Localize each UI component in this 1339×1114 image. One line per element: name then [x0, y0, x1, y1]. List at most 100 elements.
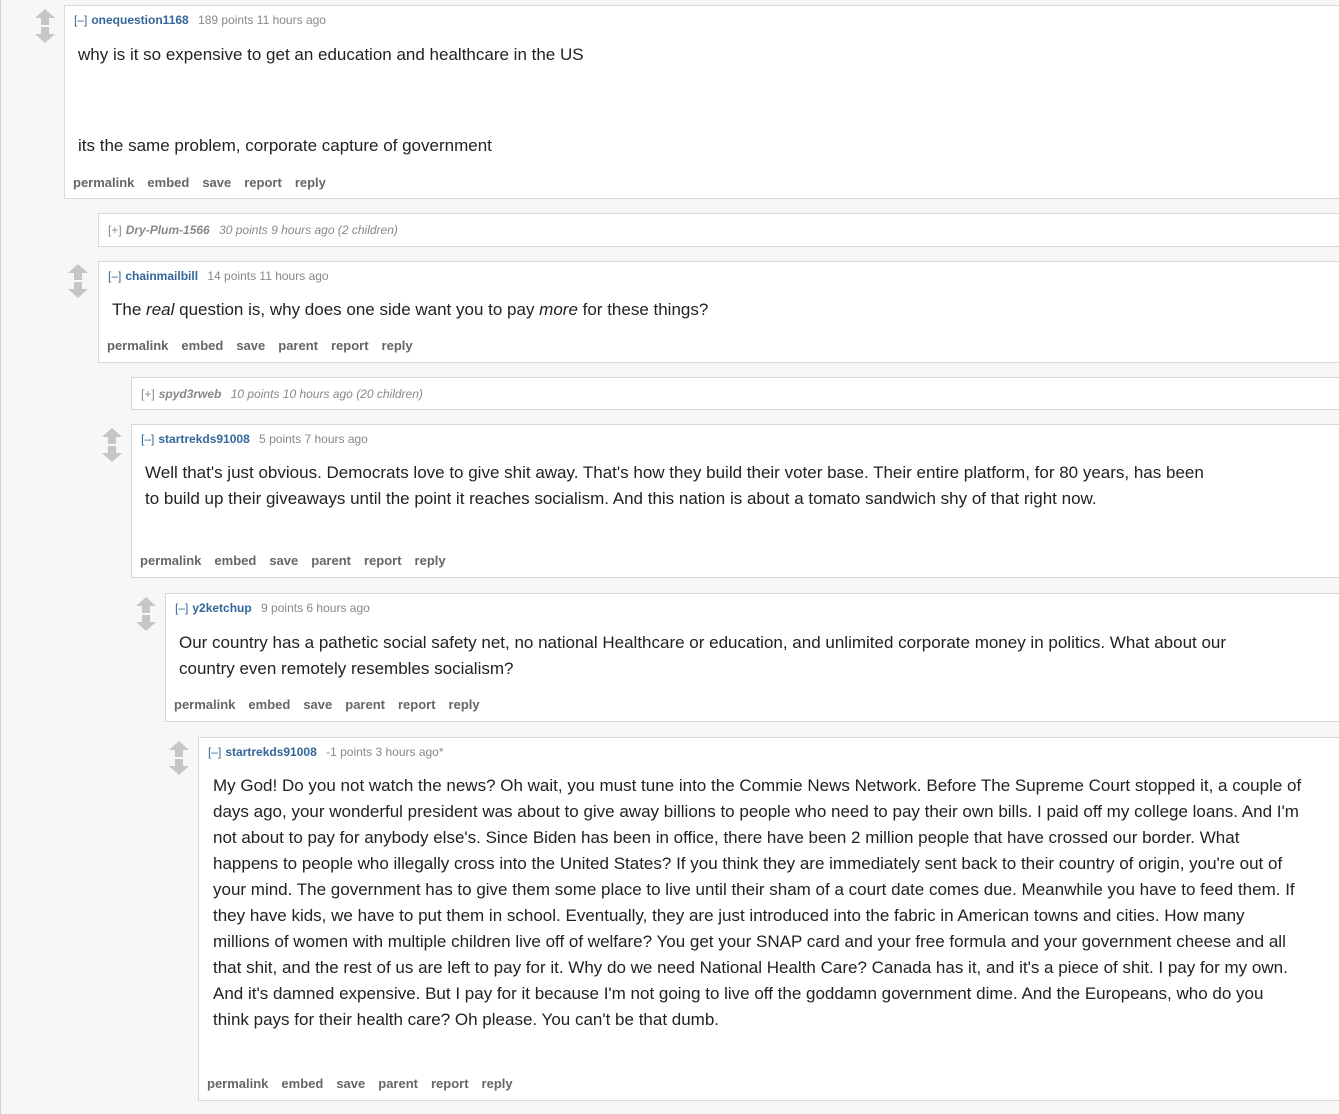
save-button[interactable]: save: [336, 1076, 365, 1091]
vote-arrows: [34, 8, 56, 44]
upvote-arrow-icon[interactable]: [101, 427, 123, 445]
upvote-arrow-icon[interactable]: [34, 8, 56, 26]
comment-actions: permalink embed save parent report reply: [207, 1076, 526, 1091]
comment-author[interactable]: chainmailbill: [125, 269, 198, 283]
comment-tagline: [–] onequestion1168 189 points 11 hours a…: [74, 13, 326, 27]
collapse-toggle[interactable]: [–]: [175, 601, 188, 615]
collapsed-comment: [+] Dry-Plum-1566 30 points 9 hours ago (…: [98, 213, 1339, 247]
permalink-button[interactable]: permalink: [73, 175, 134, 190]
comment-author[interactable]: startrekds91008: [225, 745, 316, 759]
expand-toggle[interactable]: [+]: [108, 223, 122, 237]
comment-body: Well that's just obvious. Democrats love…: [145, 460, 1217, 512]
report-button[interactable]: report: [398, 697, 436, 712]
comment-paragraph: The real question is, why does one side …: [112, 300, 709, 319]
emphasis-real: real: [146, 300, 175, 319]
upvote-arrow-icon[interactable]: [168, 740, 190, 758]
comment-author[interactable]: Dry-Plum-1566: [126, 223, 210, 237]
comment-score: 189 points: [198, 13, 254, 27]
embed-button[interactable]: embed: [181, 338, 223, 353]
embed-button[interactable]: embed: [147, 175, 189, 190]
vote-arrows: [135, 596, 157, 632]
comment-author[interactable]: y2ketchup: [192, 601, 251, 615]
expand-toggle[interactable]: [+]: [141, 387, 155, 401]
permalink-button[interactable]: permalink: [174, 697, 235, 712]
comment: [–] startrekds91008 5 points 7 hours ago …: [131, 424, 1339, 578]
comment-score: -1 points: [326, 745, 373, 759]
comment-time: 11 hours ago: [259, 269, 329, 283]
reply-button[interactable]: reply: [482, 1076, 513, 1091]
children-count: (2 children): [337, 223, 398, 237]
comment-time: 3 hours ago*: [375, 745, 444, 759]
downvote-arrow-icon[interactable]: [101, 445, 123, 463]
reply-button[interactable]: reply: [449, 697, 480, 712]
reply-button[interactable]: reply: [415, 553, 446, 568]
comment-body: My God! Do you not watch the news? Oh wa…: [213, 773, 1303, 1033]
report-button[interactable]: report: [331, 338, 369, 353]
collapsed-comment: [+] spyd3rweb 10 points 10 hours ago (20 …: [131, 377, 1339, 410]
children-count: (20 children): [356, 387, 423, 401]
collapse-toggle[interactable]: [–]: [74, 13, 87, 27]
parent-button[interactable]: parent: [345, 697, 385, 712]
embed-button[interactable]: embed: [214, 553, 256, 568]
comment-author[interactable]: spyd3rweb: [159, 387, 222, 401]
report-button[interactable]: report: [364, 553, 402, 568]
save-button[interactable]: save: [269, 553, 298, 568]
comment-body: why is it so expensive to get an educati…: [78, 42, 1298, 159]
comment-actions: permalink embed save parent report reply: [107, 338, 426, 353]
embed-button[interactable]: embed: [281, 1076, 323, 1091]
comment-body: Our country has a pathetic social safety…: [179, 630, 1239, 682]
comment-paragraph: its the same problem, corporate capture …: [78, 136, 492, 155]
permalink-button[interactable]: permalink: [140, 553, 201, 568]
comment-actions: permalink embed save parent report reply: [140, 553, 459, 568]
comment-paragraph: Our country has a pathetic social safety…: [179, 633, 1227, 678]
permalink-button[interactable]: permalink: [107, 338, 168, 353]
reply-button[interactable]: reply: [295, 175, 326, 190]
comment-time: 11 hours ago: [256, 13, 326, 27]
save-button[interactable]: save: [236, 338, 265, 353]
comment: [–] chainmailbill 14 points 11 hours ago …: [98, 261, 1339, 363]
reply-button[interactable]: reply: [382, 338, 413, 353]
comment: [–] y2ketchup 9 points 6 hours ago Our co…: [165, 593, 1339, 722]
collapse-toggle[interactable]: [–]: [208, 745, 221, 759]
comment-tagline: [–] chainmailbill 14 points 11 hours ago: [108, 269, 329, 283]
comment-time: 7 hours ago: [304, 432, 368, 446]
parent-button[interactable]: parent: [278, 338, 318, 353]
upvote-arrow-icon[interactable]: [135, 596, 157, 614]
comment-author[interactable]: onequestion1168: [91, 13, 188, 27]
comment-actions: permalink embed save parent report reply: [174, 697, 493, 712]
save-button[interactable]: save: [303, 697, 332, 712]
downvote-arrow-icon[interactable]: [135, 614, 157, 632]
comment-actions: permalink embed save report reply: [73, 175, 339, 190]
comment-tagline: [–] startrekds91008 -1 points 3 hours ago…: [208, 745, 444, 759]
report-button[interactable]: report: [431, 1076, 469, 1091]
comment-tagline: [–] y2ketchup 9 points 6 hours ago: [175, 601, 370, 615]
parent-button[interactable]: parent: [311, 553, 351, 568]
embed-button[interactable]: embed: [248, 697, 290, 712]
page-left-border: [0, 0, 1, 1114]
collapse-toggle[interactable]: [–]: [108, 269, 121, 283]
vote-arrows: [67, 263, 89, 299]
comment-score: 14 points: [207, 269, 257, 283]
save-button[interactable]: save: [202, 175, 231, 190]
comment-author[interactable]: startrekds91008: [158, 432, 249, 446]
comment-time: 6 hours ago: [306, 601, 370, 615]
upvote-arrow-icon[interactable]: [67, 263, 89, 281]
parent-button[interactable]: parent: [378, 1076, 418, 1091]
report-button[interactable]: report: [244, 175, 282, 190]
comment-tagline: [+] spyd3rweb 10 points 10 hours ago (20 …: [141, 387, 423, 401]
comment-tagline: [+] Dry-Plum-1566 30 points 9 hours ago (…: [108, 223, 398, 237]
comment-paragraph: My God! Do you not watch the news? Oh wa…: [213, 776, 1302, 1029]
comment-score: 30 points: [219, 223, 268, 237]
downvote-arrow-icon[interactable]: [67, 281, 89, 299]
comment: [–] onequestion1168 189 points 11 hours a…: [64, 5, 1339, 199]
permalink-button[interactable]: permalink: [207, 1076, 268, 1091]
vote-arrows: [168, 740, 190, 776]
comment-time: 10 hours ago: [282, 387, 353, 401]
comment-body: The real question is, why does one side …: [112, 297, 1292, 323]
downvote-arrow-icon[interactable]: [34, 26, 56, 44]
comment-tagline: [–] startrekds91008 5 points 7 hours ago: [141, 432, 368, 446]
comment-time: 9 hours ago: [271, 223, 335, 237]
downvote-arrow-icon[interactable]: [168, 758, 190, 776]
vote-arrows: [101, 427, 123, 463]
collapse-toggle[interactable]: [–]: [141, 432, 154, 446]
